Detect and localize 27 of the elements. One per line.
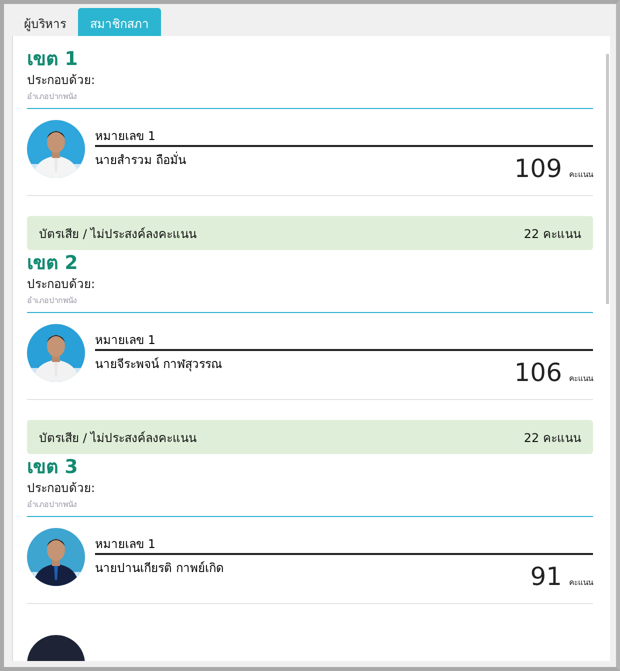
score-unit: คะแนน xyxy=(569,169,593,181)
candidate-name: นายปานเกียรติ กาพย์เกิด xyxy=(95,560,224,577)
candidate-number: หมายเลข 1 xyxy=(95,332,593,351)
candidate-number: หมายเลข 1 xyxy=(95,128,593,147)
tab[interactable]: ผู้บริหาร xyxy=(12,8,78,36)
score-unit: คะแนน xyxy=(569,373,593,385)
score-value: 106 xyxy=(514,359,562,387)
area-text: อำเภอปากพนัง xyxy=(27,295,78,307)
score-value: 109 xyxy=(514,155,562,183)
area-text: อำเภอปากพนัง xyxy=(27,499,78,511)
scrollbar[interactable] xyxy=(606,54,609,304)
invalid-ballots-label: บัตรเสีย / ไม่ประสงค์ลงคะแนน xyxy=(39,226,197,242)
district-title: เขต 2 xyxy=(27,251,79,276)
consists-label: ประกอบด้วย: xyxy=(27,276,96,292)
score-value: 91 xyxy=(530,563,562,591)
candidate-name: นายจีระพจน์ กาฬสุวรรณ xyxy=(95,356,222,374)
area-text: อำเภอปากพนัง xyxy=(27,91,78,103)
consists-label: ประกอบด้วย: xyxy=(27,480,96,496)
candidate-name: นายสำรวม ถือมั่น xyxy=(95,150,186,169)
district-title: เขต 3 xyxy=(27,455,79,480)
invalid-ballots-label: บัตรเสีย / ไม่ประสงค์ลงคะแนน xyxy=(39,430,197,446)
candidate-number: หมายเลข 1 xyxy=(95,536,593,555)
score-unit: คะแนน xyxy=(569,577,593,589)
consists-label: ประกอบด้วย: xyxy=(27,72,96,88)
invalid-ballots-count: 22 คะแนน xyxy=(524,226,581,242)
invalid-ballots-count: 22 คะแนน xyxy=(524,430,581,446)
district-title: เขต 1 xyxy=(27,47,79,72)
